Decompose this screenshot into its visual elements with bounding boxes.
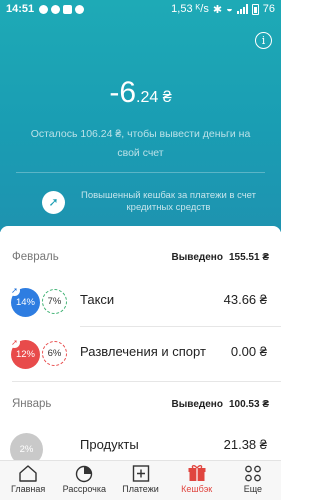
more-icon — [245, 465, 261, 482]
ok-icon — [75, 4, 85, 14]
withdraw-hint: Осталось 106.24 ₴, чтобы вывести деньги … — [30, 128, 251, 159]
category-row-entertainment[interactable]: ➚ 12% 6% Развлечения и спорт 0.00 ₴ — [0, 332, 281, 372]
month-name: Январь — [12, 398, 52, 410]
category-amount: 43.66 ₴ — [223, 292, 267, 307]
withdrawn-value: 100.53 ₴ — [228, 398, 269, 410]
bluetooth-icon: ✱ — [212, 3, 223, 16]
nav-payments[interactable]: Платежи — [112, 461, 168, 500]
nav-label: Еще — [243, 484, 263, 494]
month-header: Февраль Выведено 155.51 ₴ — [12, 248, 269, 266]
promo-text: Повышенный кешбак за платежи в счет кред… — [81, 190, 256, 213]
category-amount: 0.00 ₴ — [230, 344, 267, 359]
category-label: Такси — [80, 292, 115, 307]
base-percent-badge: 6% — [42, 341, 67, 366]
month-header: Январь Выведено 100.53 ₴ — [12, 395, 269, 413]
network-speed: 1,53 ᴷ/s — [171, 3, 209, 15]
withdrawn-label: Выведено — [171, 251, 223, 263]
wifi-icon: ◒ — [226, 3, 233, 15]
category-row-groceries[interactable]: 2% Продукты 21.38 ₴ — [0, 425, 281, 462]
nav-label: Главная — [10, 484, 46, 494]
signal-icon — [236, 4, 248, 14]
withdrawn-value: 155.51 ₴ — [228, 251, 269, 263]
month-name: Февраль — [12, 251, 59, 263]
withdrawn-label: Выведено — [171, 398, 223, 410]
arrow-icon: ➚ — [42, 190, 65, 214]
promo-banner[interactable]: ➚ Повышенный кешбак за платежи в счет кр… — [42, 190, 262, 214]
nav-cashback[interactable]: Кешбэк — [169, 461, 225, 500]
plus-box-icon — [132, 465, 149, 482]
nav-more[interactable]: Еще — [225, 461, 281, 500]
message-icon — [51, 4, 61, 14]
balance-main: -6 — [109, 76, 137, 109]
notification-icon — [39, 4, 49, 14]
nav-installments[interactable]: Рассрочка — [56, 461, 112, 500]
cashback-balance: -6.24 ₴ — [0, 76, 281, 110]
gift-icon — [188, 465, 206, 481]
divider — [16, 172, 265, 173]
status-time: 14:51 — [6, 3, 35, 15]
info-icon[interactable]: i — [255, 32, 272, 49]
bottom-nav: Главная Рассрочка Платежи Кешбэк Еще — [0, 460, 281, 500]
cashback-percent-badge: ➚ 12% — [9, 337, 40, 369]
nav-home[interactable]: Главная — [0, 461, 56, 500]
category-label: Продукты — [80, 437, 139, 452]
row-divider — [12, 381, 281, 382]
category-label: Развлечения и спорт — [80, 344, 206, 359]
category-row-taxi[interactable]: ➚ 14% 7% Такси 43.66 ₴ — [0, 280, 281, 320]
pie-chart-icon — [76, 465, 93, 483]
balance-fraction: .24 ₴ — [136, 89, 172, 106]
battery-level: 76 — [262, 3, 275, 15]
status-bar: 14:51 1,53 ᴷ/s ✱ ◒ 76 — [0, 0, 281, 18]
arrow-icon: ➚ — [9, 285, 20, 296]
cashback-header: 14:51 1,53 ᴷ/s ✱ ◒ 76 i -6.24 ₴ Осталось… — [0, 0, 281, 232]
arrow-icon: ➚ — [9, 337, 20, 348]
nav-label: Платежи — [122, 484, 159, 494]
telegram-icon — [63, 4, 73, 14]
cashback-list: Февраль Выведено 155.51 ₴ ➚ 14% 7% Такси … — [0, 226, 281, 462]
battery-icon — [251, 3, 259, 15]
home-icon — [19, 465, 37, 482]
nav-label: Кешбэк — [181, 484, 213, 494]
cashback-percent-badge: ➚ 14% — [9, 285, 40, 317]
row-divider — [80, 326, 281, 327]
base-percent-badge: 7% — [42, 289, 67, 314]
cashback-percent-badge: 2% — [10, 433, 43, 462]
nav-label: Рассрочка — [62, 484, 106, 494]
category-amount: 21.38 ₴ — [223, 437, 267, 452]
